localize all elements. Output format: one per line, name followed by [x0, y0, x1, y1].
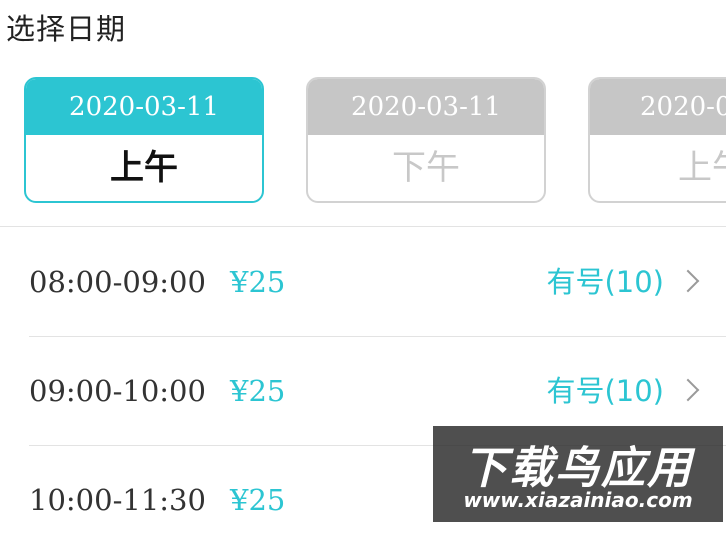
date-card-period: 上午 [110, 148, 178, 188]
date-card-3[interactable]: 2020-0 上午 [588, 77, 726, 203]
time-slot-row[interactable]: 08:00-09:00 ¥25 有号(10) [0, 228, 726, 336]
date-card-2[interactable]: 2020-03-11 下午 [306, 77, 546, 203]
slot-price: ¥25 [230, 374, 286, 408]
date-card-period: 下午 [392, 148, 460, 188]
date-card-date: 2020-03-11 [308, 79, 544, 135]
watermark-url: www.xiazainiao.com [463, 488, 693, 512]
slot-time: 10:00-11:30 [29, 483, 206, 517]
slot-price: ¥25 [230, 483, 286, 517]
watermark-brand: 下载鸟应用 [463, 443, 693, 494]
watermark-logo: 下载鸟应用 www.xiazainiao.com [433, 426, 723, 522]
date-card-date: 2020-0 [590, 79, 726, 135]
divider [0, 226, 726, 227]
date-card-date: 2020-03-11 [26, 79, 262, 135]
page-title: 选择日期 [6, 12, 127, 46]
slot-price: ¥25 [230, 265, 286, 299]
chevron-right-icon [676, 269, 700, 293]
slot-time: 08:00-09:00 [29, 265, 206, 299]
chevron-right-icon [676, 378, 700, 402]
slot-time: 09:00-10:00 [29, 374, 206, 408]
date-card-1[interactable]: 2020-03-11 上午 [24, 77, 264, 203]
date-card-period: 上午 [678, 148, 726, 188]
slot-availability: 有号(10) [546, 265, 664, 299]
